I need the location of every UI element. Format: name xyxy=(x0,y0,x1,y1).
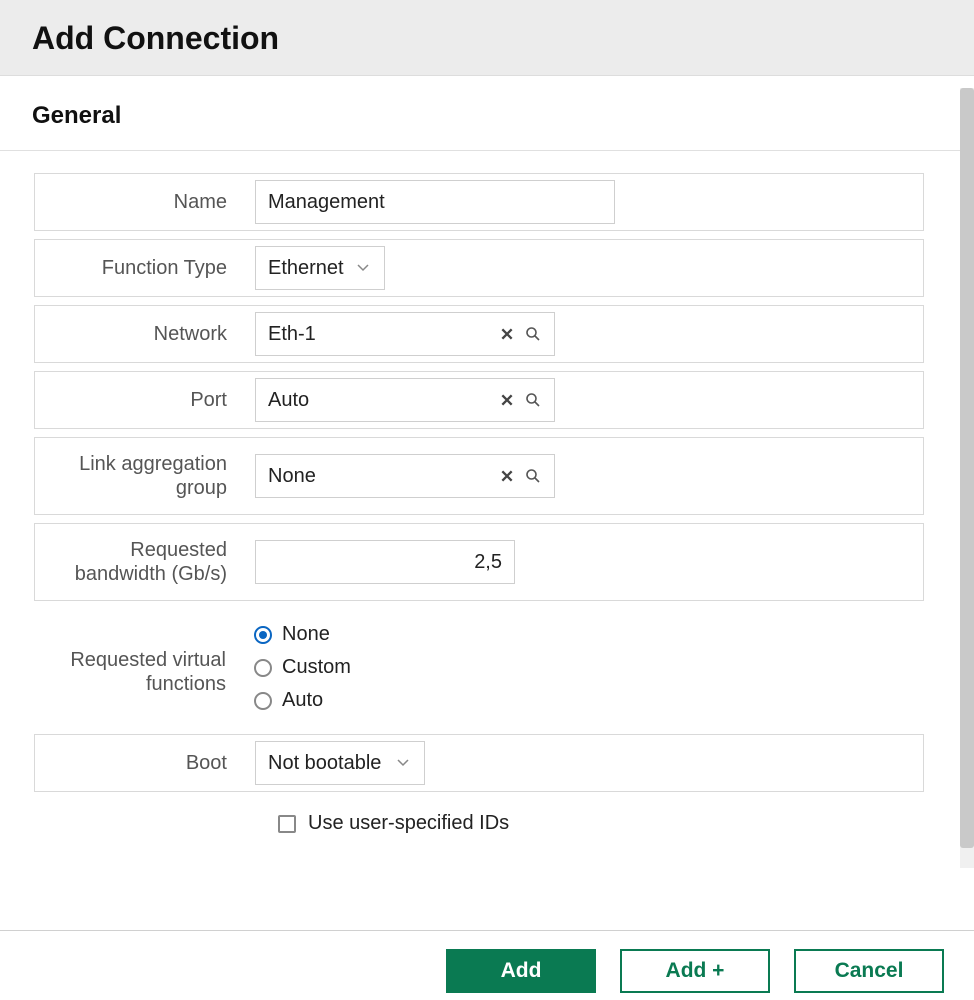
form-body: Name Management Function Type Ethernet N… xyxy=(0,151,958,845)
network-value: Eth-1 xyxy=(268,323,316,346)
virtual-fns-radio-group: None Custom Auto xyxy=(254,615,351,720)
row-virtual-fns: Requested virtual functions None Custom … xyxy=(34,609,924,726)
scrollbar-thumb[interactable] xyxy=(960,88,974,848)
label-virtual-fns: Requested virtual functions xyxy=(34,609,244,726)
name-input[interactable]: Management xyxy=(255,180,615,224)
boot-select[interactable]: Not bootable xyxy=(255,741,425,785)
section-general-title: General xyxy=(0,76,974,151)
port-value: Auto xyxy=(268,389,309,412)
name-value: Management xyxy=(268,191,385,214)
clear-icon[interactable] xyxy=(498,325,516,343)
radio-icon xyxy=(254,659,272,677)
row-name: Name Management xyxy=(34,173,924,231)
dialog-header: Add Connection xyxy=(0,0,974,76)
function-type-value: Ethernet xyxy=(268,257,344,280)
radio-icon-checked xyxy=(254,626,272,644)
chevron-down-icon xyxy=(394,754,412,772)
port-lookup[interactable]: Auto xyxy=(255,378,555,422)
dialog-footer: Add Add + Cancel xyxy=(0,930,974,1000)
add-plus-button[interactable]: Add + xyxy=(620,949,770,993)
chevron-down-icon xyxy=(354,259,372,277)
boot-value: Not bootable xyxy=(268,752,381,775)
radio-auto[interactable]: Auto xyxy=(254,689,351,712)
lag-lookup[interactable]: None xyxy=(255,454,555,498)
clear-icon[interactable] xyxy=(498,391,516,409)
label-bandwidth: Requested bandwidth (Gb/s) xyxy=(35,524,245,600)
label-network: Network xyxy=(35,306,245,362)
row-user-ids[interactable]: Use user-specified IDs xyxy=(34,800,924,835)
label-port: Port xyxy=(35,372,245,428)
clear-icon[interactable] xyxy=(498,467,516,485)
function-type-select[interactable]: Ethernet xyxy=(255,246,385,290)
label-name: Name xyxy=(35,174,245,230)
radio-icon xyxy=(254,692,272,710)
checkbox-icon[interactable] xyxy=(278,815,296,833)
label-boot: Boot xyxy=(35,735,245,791)
cancel-button[interactable]: Cancel xyxy=(794,949,944,993)
radio-none[interactable]: None xyxy=(254,623,351,646)
row-boot: Boot Not bootable xyxy=(34,734,924,792)
label-user-ids: Use user-specified IDs xyxy=(308,812,509,835)
row-function-type: Function Type Ethernet xyxy=(34,239,924,297)
search-icon[interactable] xyxy=(524,325,542,343)
row-network: Network Eth-1 xyxy=(34,305,924,363)
search-icon[interactable] xyxy=(524,467,542,485)
row-port: Port Auto xyxy=(34,371,924,429)
bandwidth-value: 2,5 xyxy=(474,551,502,574)
row-bandwidth: Requested bandwidth (Gb/s) 2,5 xyxy=(34,523,924,601)
label-function-type: Function Type xyxy=(35,240,245,296)
dialog-title: Add Connection xyxy=(32,20,942,57)
bandwidth-input[interactable]: 2,5 xyxy=(255,540,515,584)
row-lag: Link aggregation group None xyxy=(34,437,924,515)
radio-custom[interactable]: Custom xyxy=(254,656,351,679)
label-lag: Link aggregation group xyxy=(35,438,245,514)
scrollbar[interactable] xyxy=(960,88,974,868)
add-button[interactable]: Add xyxy=(446,949,596,993)
search-icon[interactable] xyxy=(524,391,542,409)
lag-value: None xyxy=(268,465,316,488)
network-lookup[interactable]: Eth-1 xyxy=(255,312,555,356)
